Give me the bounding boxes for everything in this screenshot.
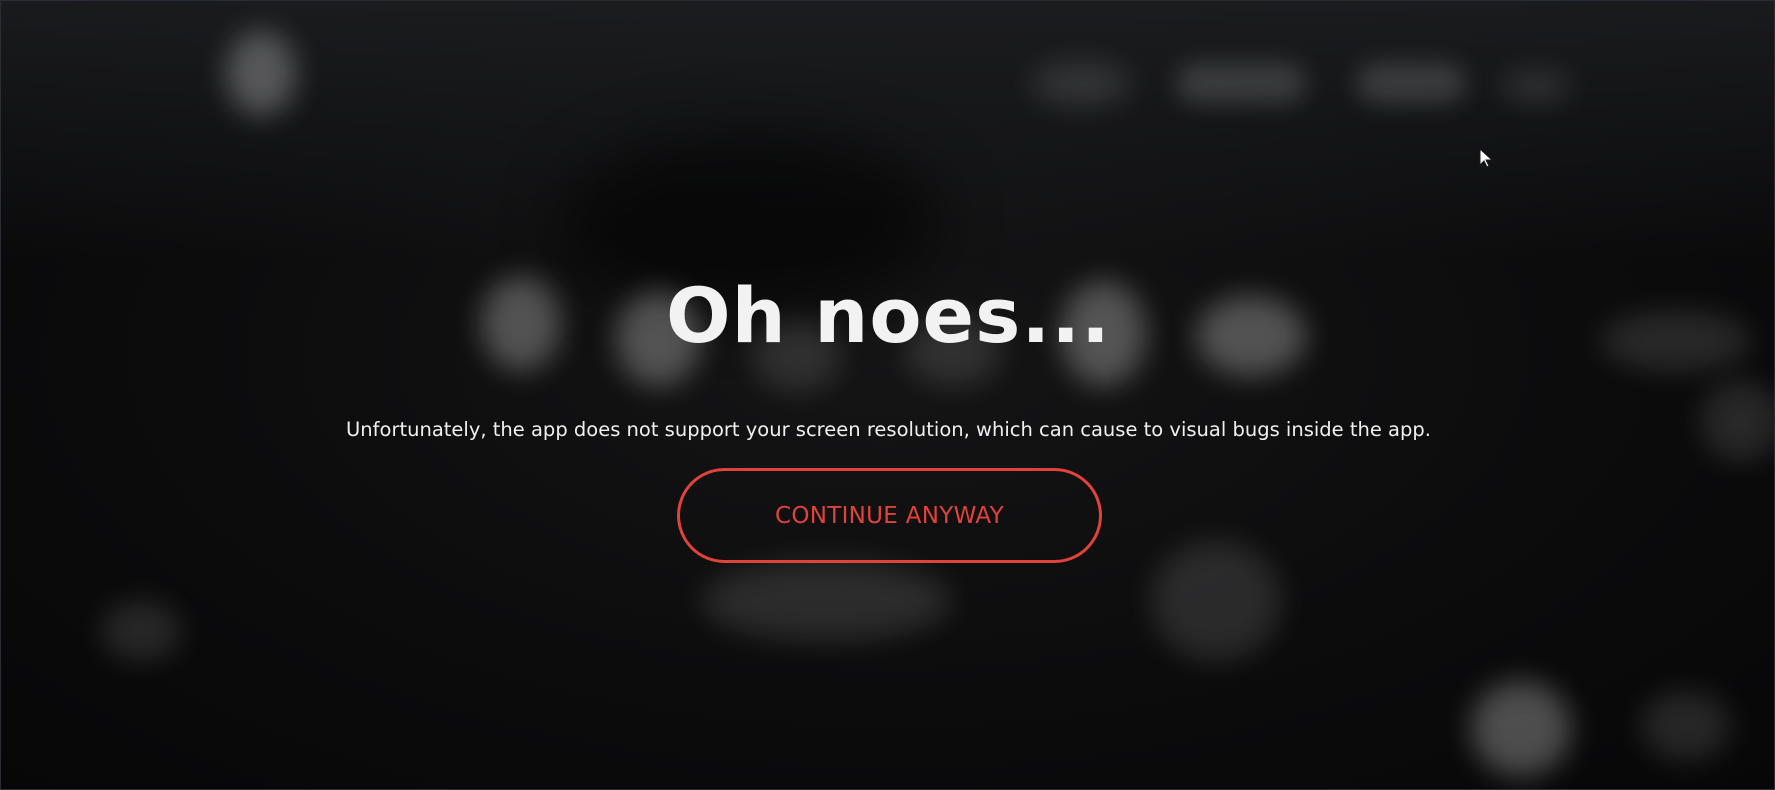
resolution-warning-overlay: Oh noes... Unfortunately, the app does n…: [1, 1, 1774, 789]
warning-title: Oh noes...: [666, 271, 1111, 360]
app-window: Oh noes... Unfortunately, the app does n…: [0, 0, 1775, 790]
continue-anyway-button[interactable]: CONTINUE ANYWAY: [677, 468, 1102, 563]
mouse-pointer-icon: [1479, 148, 1493, 168]
warning-message: Unfortunately, the app does not support …: [346, 418, 1431, 441]
